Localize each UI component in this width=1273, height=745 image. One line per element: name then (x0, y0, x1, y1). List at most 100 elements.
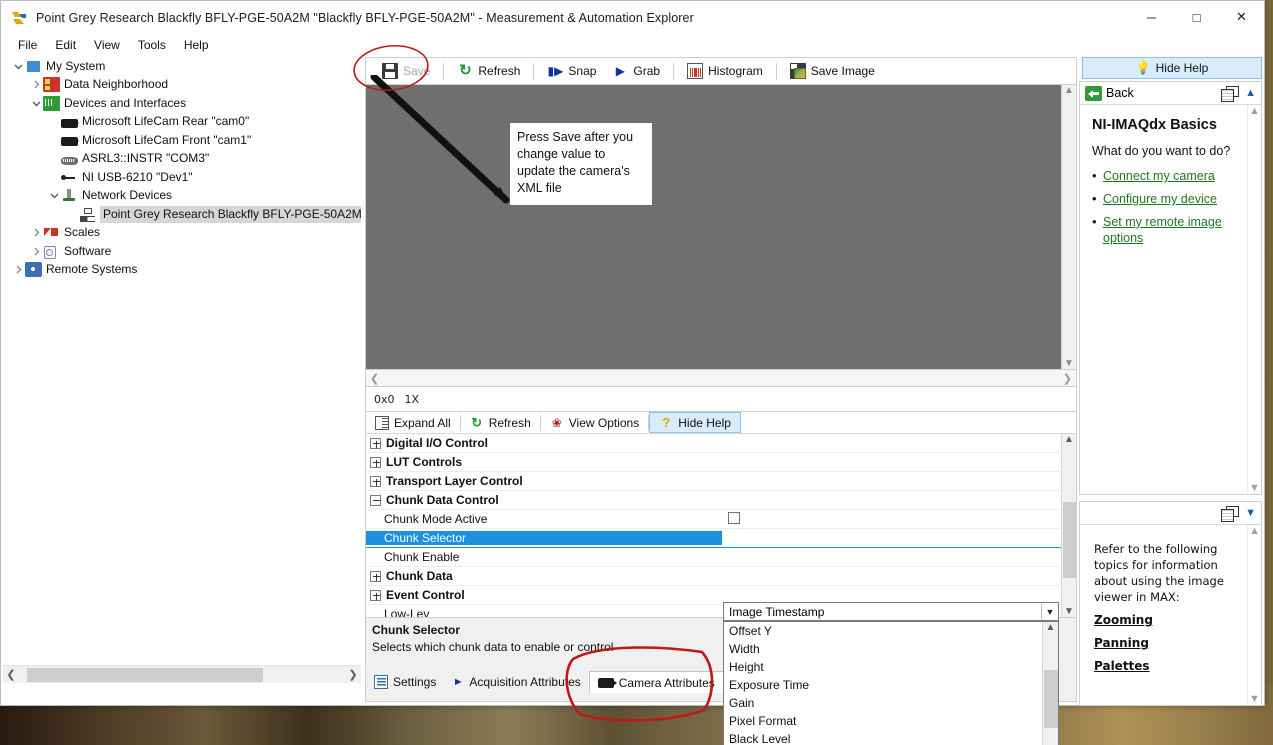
help-link-zooming[interactable]: Zooming (1094, 612, 1251, 628)
hide-help-button[interactable]: 💡 Hide Help (1082, 57, 1262, 79)
scroll-right-icon[interactable]: ❯ (1063, 372, 1072, 385)
help-vertical-scrollbar[interactable]: ▲ ▼ (1247, 525, 1261, 705)
scroll-left-icon[interactable]: ❮ (370, 372, 379, 385)
snap-button[interactable]: ▮▶ Snap (539, 60, 604, 83)
window-layout-icon[interactable] (1221, 506, 1240, 522)
menu-help[interactable]: Help (175, 36, 218, 54)
dropdown-option[interactable]: Width (724, 640, 1042, 658)
scroll-left-icon[interactable]: ❮ (3, 668, 19, 681)
help-link-panning[interactable]: Panning (1094, 635, 1251, 651)
save-image-button[interactable]: Save Image (782, 60, 883, 83)
attribute-row[interactable]: Digital I/O Control (366, 434, 1076, 453)
scroll-up-icon[interactable]: ▲ (1064, 434, 1074, 445)
scroll-right-icon[interactable]: ❯ (345, 668, 361, 681)
chevron-down-icon[interactable]: ▼ (1041, 603, 1058, 620)
tree-item-my-system[interactable]: My System (3, 57, 361, 76)
maximize-button[interactable]: □ (1174, 1, 1219, 33)
expand-icon[interactable] (370, 570, 381, 582)
scroll-up-icon[interactable]: ▲ (1064, 85, 1074, 96)
tree-scroll-thumb[interactable] (27, 667, 263, 682)
system-tree[interactable]: My System Data Neighborhood Devices and In… (3, 57, 361, 661)
tab-acquisition-attributes[interactable]: ► Acquisition Attributes (444, 671, 588, 693)
attribute-name-cell[interactable]: Chunk Enable (366, 550, 722, 564)
dropdown-option[interactable]: Offset Y (724, 622, 1042, 640)
attribute-row[interactable]: Chunk Enable (366, 548, 1076, 567)
help-link-palettes[interactable]: Palettes (1094, 658, 1251, 674)
histogram-button[interactable]: Histogram (679, 60, 771, 83)
tree-item-devices-and-interfaces[interactable]: Devices and Interfaces (3, 94, 361, 113)
expand-icon[interactable] (370, 589, 381, 601)
attribute-name-cell[interactable]: Event Control (366, 588, 722, 602)
expand-icon[interactable] (370, 475, 381, 487)
minimize-button[interactable]: ─ (1129, 1, 1174, 33)
scroll-up-icon[interactable]: ▲ (1249, 105, 1260, 117)
scroll-down-icon[interactable]: ▼ (1249, 693, 1260, 705)
image-vertical-scrollbar[interactable]: ▲ ▼ (1061, 85, 1076, 369)
expand-icon[interactable] (370, 437, 381, 449)
attribute-name-cell[interactable]: Chunk Data (366, 569, 722, 583)
tab-camera-attributes[interactable]: Camera Attributes (588, 671, 724, 693)
attribute-refresh-button[interactable]: ↻ Refresh (461, 413, 540, 433)
attribute-name-cell[interactable]: LUT Controls (366, 455, 722, 469)
image-canvas[interactable]: Press Save after you change value to upd… (366, 75, 1061, 369)
tree-item-remote-systems[interactable]: Remote Systems (3, 261, 361, 280)
scroll-down-icon[interactable]: ▼ (1064, 606, 1074, 617)
save-button[interactable]: Save (374, 60, 438, 83)
tree-expander-right-icon[interactable] (11, 265, 25, 274)
dropdown-option[interactable]: Exposure Time (724, 676, 1042, 694)
attribute-hide-help-button[interactable]: ? Hide Help (649, 412, 741, 433)
dropdown-options[interactable]: Offset Y Width Height Exposure Time Gain Pixe… (724, 622, 1042, 745)
tree-scroll-track[interactable] (19, 667, 345, 682)
dropdown-scroll-thumb[interactable] (1044, 670, 1058, 728)
collapse-icon[interactable] (370, 494, 381, 506)
grab-button[interactable]: ▶ Grab (604, 60, 668, 83)
chunk-selector-dropdown-list[interactable]: Offset Y Width Height Exposure Time Gain Pixe… (723, 621, 1059, 745)
list-item[interactable]: • Configure my device (1092, 191, 1251, 207)
tree-expander-down-icon[interactable] (11, 62, 25, 71)
tab-settings[interactable]: Settings (366, 671, 444, 693)
help-link-remote-image-options[interactable]: Set my remote image options (1103, 214, 1231, 246)
scroll-down-icon[interactable]: ▼ (1249, 482, 1260, 494)
image-viewer[interactable]: Press Save after you change value to upd… (365, 75, 1077, 370)
scroll-up-icon[interactable]: ▲ (1046, 622, 1056, 633)
chevron-down-icon[interactable]: ▼ (1245, 507, 1256, 519)
tree-expander-down-icon[interactable] (47, 191, 61, 200)
attribute-name-cell[interactable]: Chunk Mode Active (366, 512, 722, 526)
expand-all-button[interactable]: Expand All (366, 413, 460, 433)
list-item[interactable]: • Connect my camera (1092, 168, 1251, 184)
chunk-selector-combobox[interactable]: Image Timestamp ▼ (723, 602, 1059, 621)
attribute-name-cell[interactable]: Transport Layer Control (366, 474, 722, 488)
menu-file[interactable]: File (9, 36, 46, 54)
window-layout-icon[interactable] (1221, 86, 1240, 102)
tree-expander-right-icon[interactable] (29, 247, 43, 256)
back-label[interactable]: Back (1106, 86, 1134, 100)
tree-item-microsoft-lifecam-front-cam1[interactable]: Microsoft LifeCam Front "cam1" (3, 131, 361, 150)
list-item[interactable]: • Set my remote image options (1092, 214, 1251, 246)
attribute-row[interactable]: Chunk Data Control (366, 491, 1076, 510)
help-link-connect-camera[interactable]: Connect my camera (1103, 168, 1215, 184)
menu-view[interactable]: View (85, 36, 129, 54)
help-link-configure-device[interactable]: Configure my device (1103, 191, 1217, 207)
tree-item-network-devices[interactable]: Network Devices (3, 187, 361, 206)
tree-item-ni-usb-6210-dev1[interactable]: NI USB-6210 "Dev1" (3, 168, 361, 187)
dropdown-option[interactable]: Gain (724, 694, 1042, 712)
view-options-button[interactable]: ❀ View Options (541, 413, 648, 433)
tree-item-data-neighborhood[interactable]: Data Neighborhood (3, 76, 361, 95)
attribute-row[interactable]: Chunk Data (366, 567, 1076, 586)
tree-horizontal-scrollbar[interactable]: ❮ ❯ (3, 665, 361, 683)
attribute-vertical-scrollbar[interactable]: ▲ ▼ (1061, 434, 1076, 617)
help-vertical-scrollbar[interactable]: ▲ ▼ (1247, 105, 1261, 494)
tree-item-scales[interactable]: Scales (3, 224, 361, 243)
menu-tools[interactable]: Tools (129, 36, 175, 54)
image-horizontal-scrollbar[interactable]: ❮ ❯ (365, 370, 1077, 387)
attribute-name-cell[interactable]: Low-Lev (366, 607, 722, 617)
menu-edit[interactable]: Edit (46, 36, 85, 54)
tree-expander-right-icon[interactable] (29, 228, 43, 237)
tree-expander-down-icon[interactable] (29, 99, 43, 108)
scroll-down-icon[interactable]: ▼ (1064, 358, 1074, 369)
attribute-name-cell[interactable]: Digital I/O Control (366, 436, 722, 450)
refresh-button[interactable]: ↻ Refresh (449, 60, 528, 83)
back-arrow-icon[interactable] (1085, 85, 1102, 101)
attribute-scroll-thumb[interactable] (1063, 502, 1076, 578)
chevron-up-icon[interactable]: ▲ (1245, 87, 1256, 99)
